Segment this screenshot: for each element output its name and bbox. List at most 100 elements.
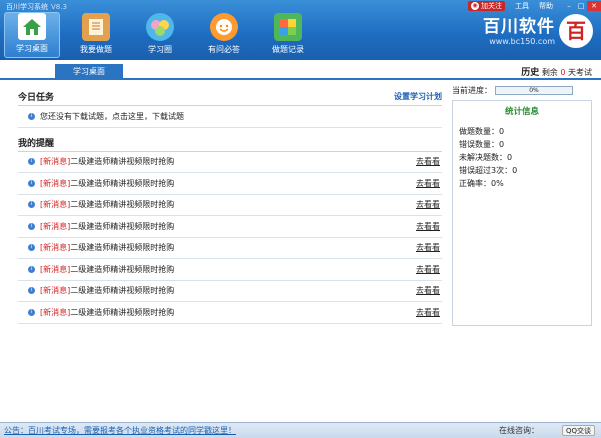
main-panel: 今日任务 设置学习计划 i 您还没有下载试题，点击这里，下载试题 我的提醒 i [… bbox=[18, 88, 442, 324]
follow-label: 加关注 bbox=[481, 2, 502, 10]
notice-link[interactable]: 公告：百川考试专场，需要报考各个执业资格考试的同学戳这里！ bbox=[4, 425, 236, 436]
stats-panel: 统计信息 做题数量：0 错误数量：0 未解决题数：0 错误超过3次：0 正确率：… bbox=[452, 100, 592, 326]
stat-wrong-count: 错误数量：0 bbox=[459, 140, 505, 149]
view-link[interactable]: 去看看 bbox=[416, 156, 440, 167]
nav-label: 学习圈 bbox=[148, 45, 172, 54]
progress-value: 0% bbox=[529, 87, 539, 94]
reminder-text: 二级建造师精讲视频限时抢购 bbox=[70, 264, 175, 274]
info-icon: i bbox=[28, 112, 35, 120]
info-icon: i bbox=[28, 287, 35, 295]
view-link[interactable]: 去看看 bbox=[416, 242, 440, 253]
history-label: 历史 bbox=[521, 68, 540, 78]
new-message-tag: [新消息] bbox=[40, 243, 71, 253]
new-message-tag: [新消息] bbox=[40, 157, 71, 167]
window-buttons: – □ ✕ bbox=[563, 1, 601, 11]
reminder-row[interactable]: i [新消息] 二级建造师精讲视频限时抢购 去看看 bbox=[18, 195, 442, 216]
maximize-icon[interactable]: □ bbox=[575, 1, 587, 11]
reminder-row[interactable]: i [新消息] 二级建造师精讲视频限时抢购 去看看 bbox=[18, 216, 442, 238]
info-icon: i bbox=[28, 158, 35, 166]
info-icon: i bbox=[28, 308, 35, 316]
reminder-text: 二级建造师精讲视频限时抢购 bbox=[70, 286, 175, 296]
brand-text: 百川软件 www.bc150.com bbox=[483, 17, 555, 46]
reminder-row[interactable]: i [新消息] 二级建造师精讲视频限时抢购 去看看 bbox=[18, 302, 442, 324]
view-link[interactable]: 去看看 bbox=[416, 307, 440, 318]
new-message-tag: [新消息] bbox=[40, 200, 71, 210]
reminder-row[interactable]: i [新消息] 二级建造师精讲视频限时抢购 去看看 bbox=[18, 238, 442, 259]
progress-bar: 0% bbox=[495, 86, 573, 95]
reminders-header: 我的提醒 bbox=[18, 134, 442, 152]
minimize-icon[interactable]: – bbox=[563, 1, 575, 11]
view-link[interactable]: 去看看 bbox=[416, 178, 440, 189]
reminder-text: 二级建造师精讲视频限时抢购 bbox=[70, 200, 175, 210]
remaining-suffix: 天考试 bbox=[568, 68, 592, 77]
exam-countdown: 历史 剩余 0 天考试 bbox=[452, 66, 592, 80]
qa-icon bbox=[210, 13, 238, 41]
reminder-text: 二级建造师精讲视频限时抢购 bbox=[70, 221, 175, 231]
home-icon bbox=[18, 13, 46, 40]
status-bar: 公告：百川考试专场，需要报考各个执业资格考试的同学戳这里！ 在线咨询： QQ交谈 bbox=[0, 422, 601, 438]
reminder-row[interactable]: i [新消息] 二级建造师精讲视频限时抢购 去看看 bbox=[18, 259, 442, 281]
nav-item-study-circle[interactable]: 学习圈 bbox=[132, 12, 188, 58]
brand-logo-icon: 百 bbox=[559, 14, 593, 48]
app-title: 百川学习系统 bbox=[6, 3, 48, 11]
window-title: 百川学习系统 V8.3 bbox=[6, 2, 67, 12]
nav-item-records[interactable]: 做题记录 bbox=[260, 12, 316, 58]
today-task-header: 今日任务 设置学习计划 bbox=[18, 88, 442, 106]
online-consult-label: 在线咨询： bbox=[499, 426, 539, 435]
new-message-tag: [新消息] bbox=[40, 221, 71, 231]
view-link[interactable]: 去看看 bbox=[416, 221, 440, 232]
stat-done-count: 做题数量：0 bbox=[459, 127, 505, 136]
stat-wrong-over-3: 错误超过3次：0 bbox=[459, 166, 518, 175]
set-study-plan-link[interactable]: 设置学习计划 bbox=[394, 91, 442, 102]
tab-study-desktop[interactable]: 学习桌面 bbox=[55, 64, 123, 80]
info-icon: i bbox=[28, 244, 35, 252]
nav-item-qa[interactable]: 有问必答 bbox=[196, 12, 252, 58]
reminder-list: i [新消息] 二级建造师精讲视频限时抢购 去看看 i [新消息] 二级建造师精讲视频限时抢… bbox=[18, 152, 442, 324]
record-icon bbox=[274, 13, 302, 41]
brand: 百川软件 www.bc150.com 百 bbox=[483, 14, 593, 48]
follow-button[interactable]: ◉ 加关注 bbox=[468, 1, 505, 11]
nav-item-practice[interactable]: 我要做题 bbox=[68, 12, 124, 58]
info-icon: i bbox=[28, 265, 35, 273]
help-menu[interactable]: 帮助 bbox=[539, 1, 553, 11]
side-panel: 历史 剩余 0 天考试 当前进度： 0% 统计信息 做题数量：0 错误数量：0 … bbox=[452, 66, 592, 326]
remaining-days: 0 bbox=[560, 68, 566, 77]
progress-label: 当前进度： bbox=[452, 86, 492, 95]
reminder-text: 二级建造师精讲视频限时抢购 bbox=[70, 178, 175, 188]
reminder-text: 二级建造师精讲视频限时抢购 bbox=[70, 307, 175, 317]
today-task-title: 今日任务 bbox=[18, 93, 55, 103]
app-version: V8.3 bbox=[51, 3, 67, 11]
reminder-row[interactable]: i [新消息] 二级建造师精讲视频限时抢购 去看看 bbox=[18, 281, 442, 302]
reminder-row[interactable]: i [新消息] 二级建造师精讲视频限时抢购 去看看 bbox=[18, 152, 442, 173]
reminder-row[interactable]: i [新消息] 二级建造师精讲视频限时抢购 去看看 bbox=[18, 173, 442, 195]
view-link[interactable]: 去看看 bbox=[416, 199, 440, 210]
tools-menu[interactable]: 工具 bbox=[515, 1, 529, 11]
stat-unsolved-count: 未解决题数：0 bbox=[459, 153, 513, 162]
info-icon: i bbox=[28, 201, 35, 209]
today-task-row[interactable]: i 您还没有下载试题，点击这里，下载试题 bbox=[18, 106, 442, 128]
qq-chat-button[interactable]: QQ交谈 bbox=[561, 425, 595, 436]
nav-label: 做题记录 bbox=[272, 45, 304, 54]
remaining-prefix: 剩余 bbox=[541, 68, 558, 77]
new-message-tag: [新消息] bbox=[40, 286, 71, 296]
today-task-text: 您还没有下载试题，点击这里，下载试题 bbox=[40, 111, 184, 121]
new-message-tag: [新消息] bbox=[40, 307, 71, 317]
stat-accuracy: 正确率：0% bbox=[459, 179, 504, 188]
info-icon: i bbox=[28, 222, 35, 230]
title-bar-controls: ◉ 加关注 工具 帮助 – □ ✕ bbox=[468, 0, 601, 12]
close-icon[interactable]: ✕ bbox=[587, 1, 601, 11]
nav-label: 有问必答 bbox=[208, 45, 240, 54]
progress-row: 当前进度： 0% bbox=[452, 85, 592, 96]
nav-label: 学习桌面 bbox=[16, 44, 48, 53]
new-message-tag: [新消息] bbox=[40, 264, 71, 274]
view-link[interactable]: 去看看 bbox=[416, 285, 440, 296]
weibo-icon: ◉ bbox=[471, 2, 479, 10]
book-icon bbox=[82, 13, 110, 41]
info-icon: i bbox=[28, 179, 35, 187]
nav-label: 我要做题 bbox=[80, 45, 112, 54]
app-header: 百川学习系统V8.3 ◉ 加关注 工具 帮助 – □ ✕ 学习桌面 我要做题 bbox=[0, 0, 601, 60]
nav-item-study-desktop[interactable]: 学习桌面 bbox=[4, 12, 60, 58]
main-nav: 学习桌面 我要做题 学习圈 有问必答 做题记录 bbox=[4, 12, 316, 58]
new-message-tag: [新消息] bbox=[40, 178, 71, 188]
view-link[interactable]: 去看看 bbox=[416, 264, 440, 275]
